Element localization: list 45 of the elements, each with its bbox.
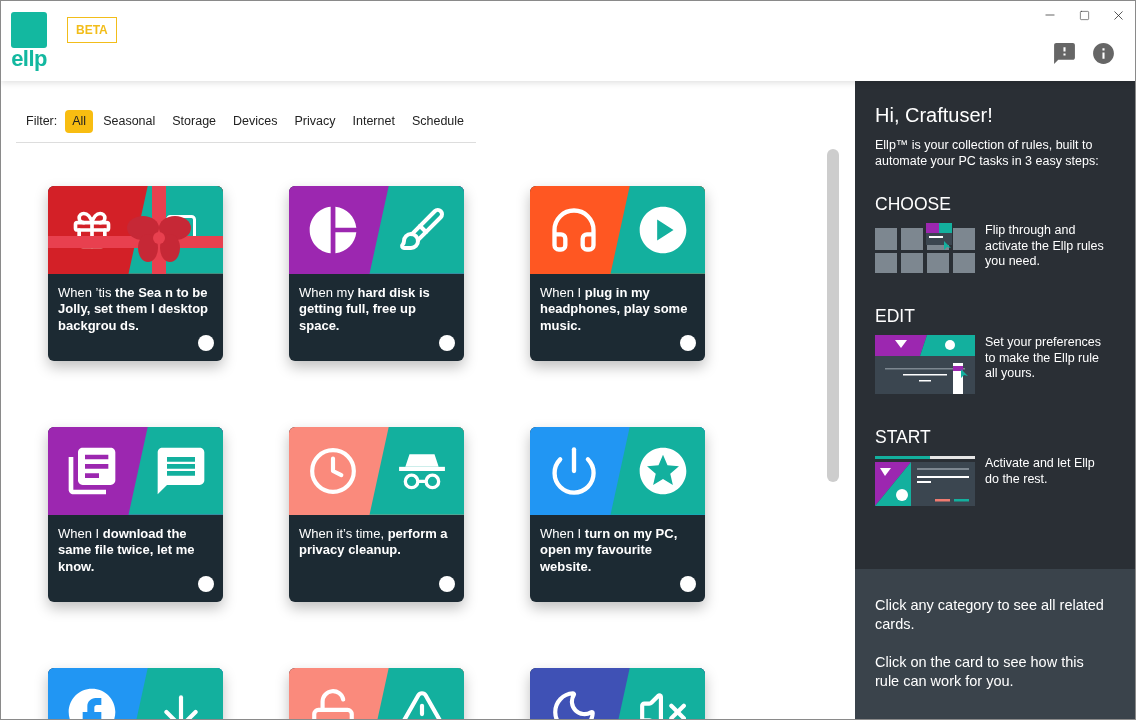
card-text: When it’s time, perform a privacy cleanup.	[299, 525, 449, 559]
maximize-icon	[1078, 9, 1090, 21]
filter-tab[interactable]: Schedule	[404, 110, 472, 133]
card-text: When my hard disk is getting full, free up space.	[299, 284, 431, 335]
step-text: Activate and let Ellp do the rest.	[985, 456, 1096, 487]
toggle-icon	[680, 334, 696, 351]
logo-text: ellp	[11, 48, 47, 70]
logo-square	[11, 12, 47, 48]
toggle-icon	[680, 575, 696, 592]
rule-card[interactable]: When my hard disk is getting full, free up space.	[289, 185, 464, 361]
rule-card[interactable]: When I plug in my headphones, play some music.	[530, 185, 705, 361]
rule-card[interactable]: When it’s time, perform a privacy cleanup.	[289, 426, 464, 602]
scrollbar-thumb[interactable]	[827, 149, 839, 482]
panel-intro: Ellp™ is your collection of rules, built to automate your PC tasks in 3 easy steps:	[875, 137, 1100, 169]
card-text: When ’tis the Sea n to be Jolly, set them l desktop backgrou ds.	[58, 284, 210, 335]
card-text: When I download the same file twice, let me know.	[58, 525, 196, 576]
rule-card[interactable]: When I turn on my PC, open my favourite website.	[530, 426, 705, 602]
step-text: Flip through and activate the Ellp rules you need.	[985, 223, 1105, 270]
bow-loops	[127, 215, 191, 262]
filter-tab[interactable]: Privacy	[287, 110, 343, 133]
tip-text: Click on the card to see how this rule can work for you.	[875, 653, 1085, 691]
filter-tab[interactable]: Seasonal	[96, 110, 163, 133]
beta-badge: BETA	[67, 17, 117, 43]
card-text: When I plug in my headphones, play some music.	[540, 284, 689, 335]
rule-card[interactable]: When I download the same file twice, let me know.	[48, 426, 223, 602]
step-heading: START	[875, 426, 932, 448]
step-heading: EDIT	[875, 305, 916, 327]
toggle-icon	[439, 334, 455, 351]
toggle-icon	[198, 334, 214, 351]
panel-title: Hi, Craftuser!	[875, 103, 994, 127]
rule-card[interactable]: When ’tis the Sea n to be Jolly, set them l desktop backgrou ds.	[48, 185, 223, 361]
tip-text: Click any category to see all related cards.	[875, 596, 1105, 634]
clock-icon	[308, 445, 358, 496]
filter-tab[interactable]: Devices	[226, 110, 285, 133]
step-heading: CHOOSE	[875, 193, 952, 215]
filter-tab[interactable]: Internet	[345, 110, 402, 133]
toggle-icon	[198, 575, 214, 592]
filter-tab[interactable]: All	[65, 110, 94, 133]
filter-tab[interactable]: Storage	[165, 110, 224, 133]
feedback-button[interactable]	[1052, 41, 1077, 66]
filter-label: Filter:	[26, 113, 58, 130]
card-text: When I turn on my PC, open my favourite website.	[540, 525, 679, 576]
info-button[interactable]	[1091, 41, 1116, 66]
toggle-icon	[439, 575, 455, 592]
step-text: Set your preferences to make the Ellp rule all yours.	[985, 335, 1103, 382]
